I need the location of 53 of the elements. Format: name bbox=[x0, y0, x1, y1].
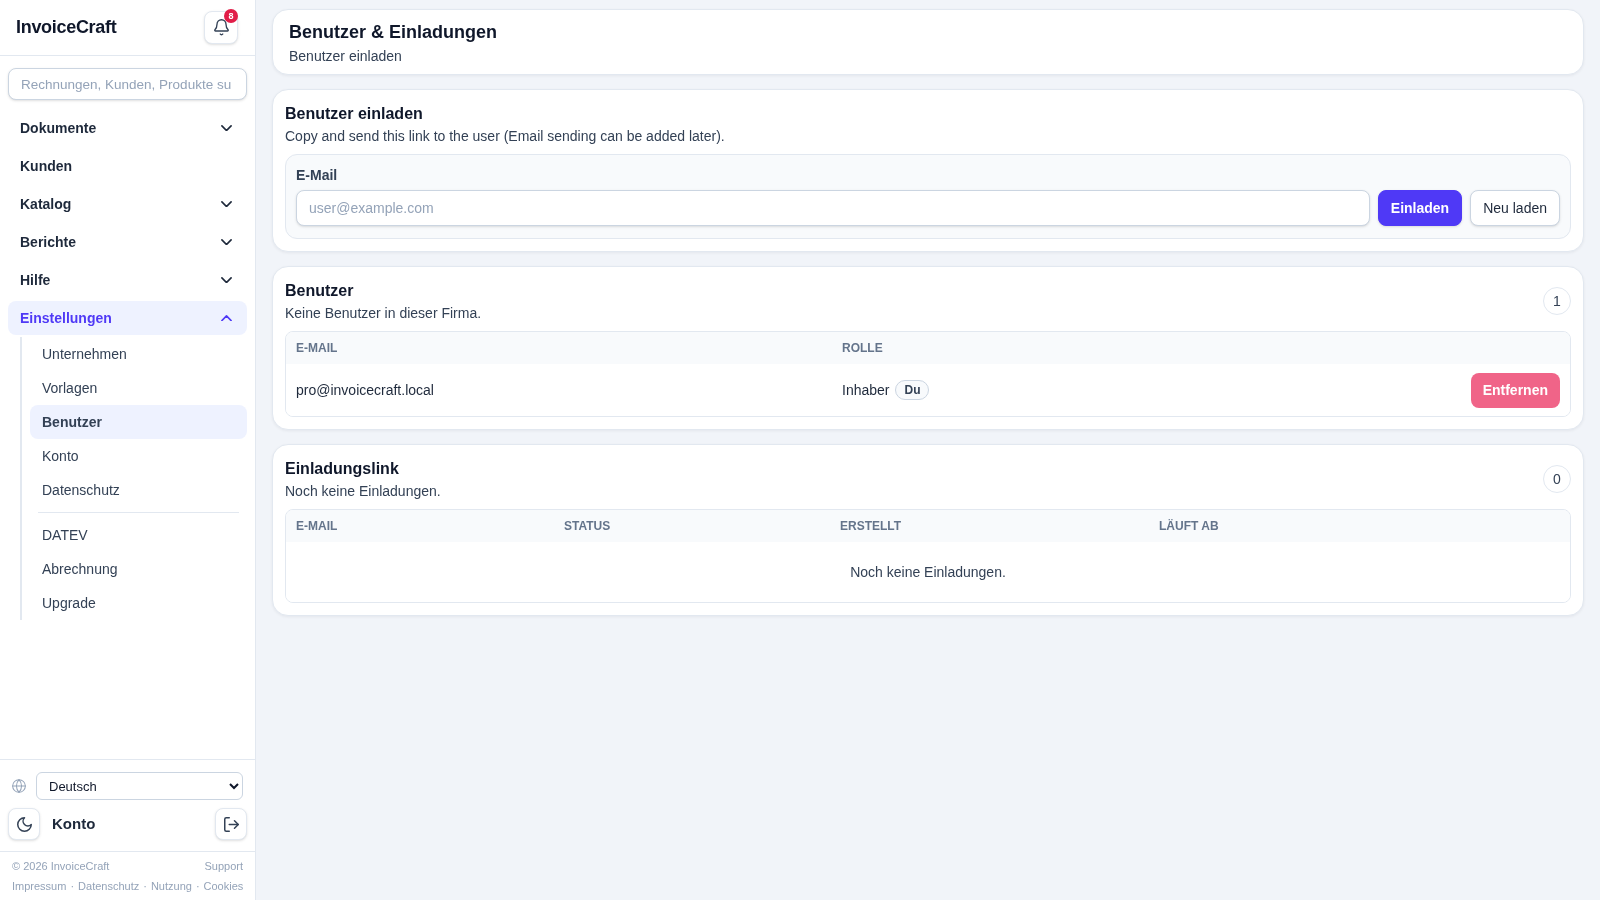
column-header: STATUS bbox=[564, 518, 611, 535]
submenu-item[interactable]: DATEV bbox=[30, 518, 247, 552]
dot-separator: · bbox=[143, 879, 147, 894]
dot-separator: · bbox=[195, 879, 200, 894]
notifications-button[interactable]: 8 bbox=[204, 11, 238, 44]
email-input[interactable]: user@example.com bbox=[296, 190, 1370, 226]
invite-button[interactable]: Einladen bbox=[1377, 190, 1463, 226]
card-title: Benutzer einladen bbox=[285, 104, 423, 124]
submenu-item[interactable]: Datenschutz bbox=[30, 473, 247, 507]
reload-button[interactable]: Neu laden bbox=[1470, 190, 1560, 226]
search-field[interactable]: Rechnungen, Kunden, Produkte su bbox=[8, 68, 247, 100]
copyright-text: © 2026 InvoiceCraft bbox=[12, 859, 110, 874]
column-header: E-MAIL bbox=[296, 340, 338, 357]
submenu-item[interactable]: Vorlagen bbox=[30, 371, 247, 405]
card-description: Copy and send this link to the user (Email sending can be added later). bbox=[285, 127, 725, 146]
nav-item[interactable]: Hilfe bbox=[8, 263, 247, 297]
page-subtitle: Benutzer einladen bbox=[289, 47, 402, 66]
globe-icon bbox=[12, 779, 26, 793]
table-cell-text: pro@invoicecraft.local bbox=[296, 380, 434, 400]
submenu-item[interactable]: Benutzer bbox=[30, 405, 247, 439]
submenu-item[interactable]: Abrechnung bbox=[30, 552, 247, 586]
card-title: Benutzer bbox=[285, 281, 354, 301]
language-select[interactable]: Deutsch bbox=[36, 772, 243, 800]
notification-count: 8 bbox=[224, 9, 238, 23]
column-header: E-MAIL bbox=[296, 518, 338, 535]
you-badge: Du bbox=[895, 380, 930, 400]
moon-icon bbox=[16, 816, 32, 832]
submenu-item[interactable]: Upgrade bbox=[30, 586, 247, 620]
theme-toggle-button[interactable] bbox=[8, 808, 40, 840]
dot-separator: · bbox=[70, 879, 75, 894]
count-badge: 1 bbox=[1543, 287, 1571, 315]
nav-item[interactable]: Einstellungen bbox=[8, 301, 247, 335]
submenu-item[interactable]: Konto bbox=[30, 439, 247, 473]
column-header: ROLLE bbox=[842, 340, 883, 357]
bell-icon bbox=[213, 19, 229, 36]
empty-state-text: Noch keine Einladungen. bbox=[850, 562, 1006, 582]
nav-item[interactable]: Berichte bbox=[8, 225, 247, 259]
field-label: E-Mail bbox=[296, 166, 338, 185]
account-label[interactable]: Konto bbox=[52, 812, 96, 836]
count-badge: 0 bbox=[1543, 465, 1571, 493]
column-header: ERSTELLT bbox=[840, 518, 902, 535]
submenu-item[interactable]: Unternehmen bbox=[30, 337, 247, 371]
page-title: Benutzer & Einladungen bbox=[289, 21, 497, 44]
card-title: Einladungslink bbox=[285, 459, 399, 479]
card-description: Noch keine Einladungen. bbox=[285, 482, 441, 501]
nav-item[interactable]: Dokumente bbox=[8, 111, 247, 145]
nav-item[interactable]: Kunden bbox=[8, 149, 247, 183]
nav-item[interactable]: Katalog bbox=[8, 187, 247, 221]
brand-logo[interactable]: InvoiceCraft bbox=[16, 14, 117, 41]
table-cell-text: Inhaber bbox=[842, 380, 890, 400]
column-header: LÄUFT AB bbox=[1159, 518, 1219, 535]
card-description: Keine Benutzer in dieser Firma. bbox=[285, 304, 482, 323]
logout-button[interactable] bbox=[215, 808, 247, 840]
